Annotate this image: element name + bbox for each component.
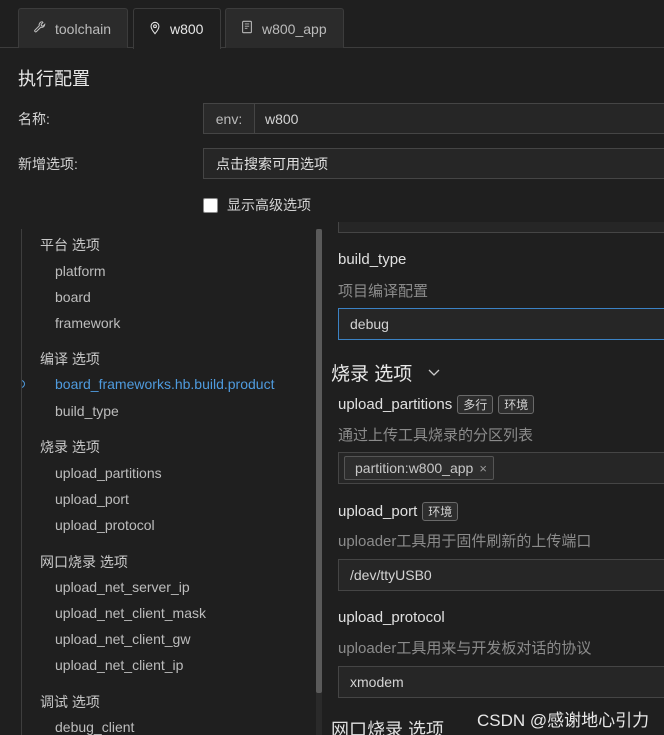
net-upload-group-heading[interactable]: 网口烧录 选项 — [331, 716, 444, 735]
watermark-text: CSDN @感谢地心引力 — [477, 711, 650, 730]
active-marker-icon — [22, 380, 25, 388]
tab-w800[interactable]: w800 — [133, 8, 221, 49]
advanced-options-label: 显示高级选项 — [227, 197, 311, 213]
chevron-down-icon[interactable] — [426, 358, 442, 386]
build-type-title: build_type — [338, 251, 406, 268]
upload-protocol-input[interactable]: xmodem — [338, 666, 664, 698]
tree-item-framework[interactable]: framework — [55, 315, 120, 331]
field-name: build_type — [338, 251, 407, 268]
tree-item-board[interactable]: board — [55, 289, 91, 305]
tree-item-build-type[interactable]: build_type — [55, 403, 119, 419]
tree-group-debug[interactable]: 调试 选项 — [40, 692, 100, 712]
upload-partitions-title: upload_partitions 多行 环境 — [338, 395, 535, 414]
env-badge: 环境 — [498, 395, 535, 414]
tab-label: w800 — [170, 21, 204, 37]
location-pin-icon — [148, 21, 162, 38]
upload-protocol-desc: uploader工具用来与开发板对话的协议 — [338, 640, 592, 657]
field-name: upload_protocol — [338, 609, 445, 626]
field-name: upload_port — [338, 503, 418, 520]
build-type-desc: 项目编译配置 — [338, 283, 429, 300]
previous-field-input[interactable] — [338, 222, 664, 233]
group-title: 烧录 选项 — [331, 363, 413, 385]
options-tree: 平台 选项 platform board framework 编译 选项 boa… — [21, 229, 323, 735]
tab-label: toolchain — [55, 20, 112, 37]
upload-port-title: upload_port 环境 — [338, 502, 459, 521]
advanced-options-toggle[interactable]: 显示高级选项 — [203, 195, 311, 215]
tab-w800-app[interactable]: w800_app — [225, 8, 344, 48]
tab-bar: toolchain w800 w800_app — [0, 0, 664, 49]
tree-item-net-client-ip[interactable]: upload_net_client_ip — [55, 657, 183, 673]
add-option-search[interactable]: 点击搜索可用选项 — [203, 148, 664, 179]
tree-item-upload-protocol[interactable]: upload_protocol — [55, 517, 155, 533]
tree-group-platform[interactable]: 平台 选项 — [40, 235, 100, 255]
page-title: 执行配置 — [18, 69, 90, 89]
upload-protocol-title: upload_protocol — [338, 609, 445, 626]
name-label: 名称: — [18, 111, 50, 127]
field-name: upload_partitions — [338, 396, 453, 413]
add-option-label: 新增选项: — [18, 156, 78, 172]
chip-label: partition:w800_app — [355, 460, 474, 476]
wrench-icon — [33, 20, 47, 37]
env-badge: 环境 — [422, 502, 459, 521]
tab-toolchain[interactable]: toolchain — [18, 8, 128, 48]
tree-item-upload-partitions[interactable]: upload_partitions — [55, 465, 162, 481]
build-type-input[interactable]: debug — [338, 308, 664, 340]
tree-item-platform[interactable]: platform — [55, 263, 106, 279]
env-prefix: env: — [204, 104, 255, 133]
advanced-options-checkbox[interactable] — [203, 197, 218, 213]
env-name-field: env: — [203, 103, 664, 134]
tree-item-net-server-ip[interactable]: upload_net_server_ip — [55, 579, 190, 595]
tab-label: w800_app — [262, 20, 327, 37]
multiline-badge: 多行 — [457, 395, 494, 414]
tree-item-net-client-mask[interactable]: upload_net_client_mask — [55, 605, 206, 621]
tree-group-build[interactable]: 编译 选项 — [40, 349, 100, 369]
partition-chip: partition:w800_app × — [344, 456, 494, 480]
env-name-input[interactable] — [255, 104, 664, 133]
close-icon[interactable]: × — [479, 461, 487, 476]
upload-partitions-desc: 通过上传工具烧录的分区列表 — [338, 427, 534, 444]
tree-group-upload[interactable]: 烧录 选项 — [40, 437, 100, 457]
tree-item-board-frameworks-product[interactable]: board_frameworks.hb.build.product — [55, 376, 274, 392]
book-icon — [240, 20, 254, 37]
tree-item-net-client-gw[interactable]: upload_net_client_gw — [55, 631, 190, 647]
tree-scrollbar[interactable] — [316, 229, 322, 693]
tree-item-upload-port[interactable]: upload_port — [55, 491, 129, 507]
upload-group-heading[interactable]: 烧录 选项 — [331, 358, 442, 386]
upload-port-desc: uploader工具用于固件刷新的上传端口 — [338, 533, 592, 550]
upload-port-input[interactable]: /dev/ttyUSB0 — [338, 559, 664, 591]
tree-group-net-upload[interactable]: 网口烧录 选项 — [40, 552, 128, 572]
upload-partitions-input[interactable]: partition:w800_app × — [338, 452, 664, 484]
tree-item-debug-client[interactable]: debug_client — [55, 719, 134, 735]
